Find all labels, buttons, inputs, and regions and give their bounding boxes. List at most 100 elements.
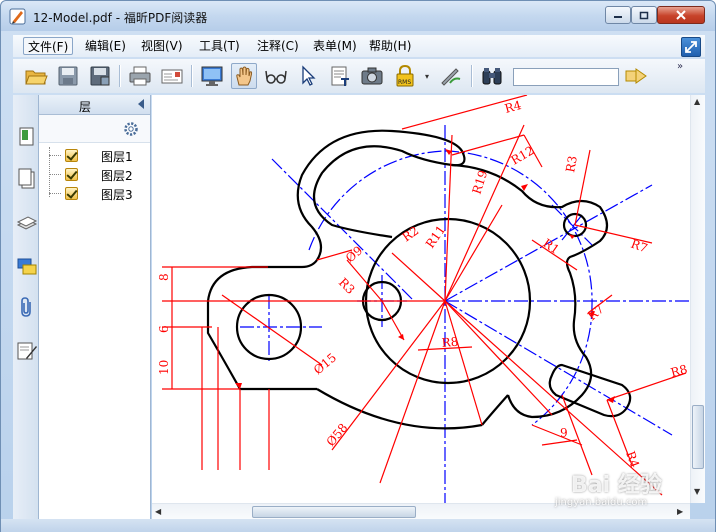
hand-tool-button[interactable] (231, 63, 257, 89)
scroll-up-arrow[interactable]: ▲ (694, 97, 700, 106)
dimension-arrows (235, 149, 615, 403)
label-phi15: Ø15 (311, 350, 339, 377)
title-bar[interactable]: 12-Model.pdf - 福昕PDF阅读器 (1, 1, 715, 31)
label-r2: R2 (400, 223, 422, 244)
hand-icon (236, 66, 253, 86)
snapshot-button[interactable] (359, 63, 385, 89)
menu-comment[interactable]: 注释(C) (253, 37, 303, 55)
label-dim6: 6 (157, 325, 171, 333)
fullscreen-icon (685, 41, 697, 53)
layer-checkbox[interactable] (65, 187, 78, 200)
glasses-icon (265, 70, 287, 84)
menu-file[interactable]: 文件(F) (23, 37, 74, 55)
dimension-lines (162, 95, 687, 496)
open-folder-icon (25, 70, 48, 85)
status-bar (1, 519, 715, 532)
document-view[interactable]: R4 R12 R19 R3 R2 R11 R1 R7 R7 R3 Ø9 R8 Ø… (152, 95, 690, 503)
layer-row[interactable]: 图层2 (39, 166, 149, 184)
vertical-scroll-thumb[interactable] (692, 405, 704, 469)
menu-tools[interactable]: 工具(T) (195, 37, 244, 55)
fullscreen-button[interactable] (681, 37, 701, 57)
sidebar-tab-attachments[interactable] (16, 295, 38, 319)
find-button[interactable] (479, 63, 505, 89)
label-r3b: R3 (336, 275, 358, 297)
sidebar-tab-strip (13, 95, 39, 519)
label-r7: R7 (629, 237, 649, 256)
label-r8b: R8 (669, 362, 689, 380)
toolbar: RMS ▾ » (13, 59, 705, 93)
label-r3: R3 (563, 155, 580, 174)
app-window: 12-Model.pdf - 福昕PDF阅读器 文件(F) 编辑(E) 视图(V… (0, 0, 716, 532)
toolbar-overflow-chevron[interactable]: » (677, 61, 683, 72)
layer-label: 图层2 (101, 169, 133, 183)
layers-panel: 层 图层1 图层2 图层3 (39, 95, 151, 519)
find-next-button[interactable] (623, 63, 649, 89)
menu-edit[interactable]: 编辑(E) (81, 37, 130, 55)
find-next-icon (625, 68, 647, 84)
layers-panel-tools (39, 115, 150, 143)
horizontal-scroll-thumb[interactable] (252, 506, 416, 518)
email-icon (161, 69, 183, 84)
cad-drawing: R4 R12 R19 R3 R2 R11 R1 R7 R7 R3 Ø9 R8 Ø… (157, 95, 690, 503)
search-input[interactable] (513, 68, 619, 86)
centerlines (240, 125, 690, 503)
lock-rms-icon: RMS (396, 64, 414, 87)
sidebar-tab-signatures[interactable] (16, 339, 38, 363)
layers-panel-title: 层 (78, 100, 91, 114)
printer-icon (129, 66, 151, 86)
close-button[interactable] (657, 6, 705, 24)
sidebar-tab-pages[interactable] (16, 167, 38, 191)
label-r4-top: R4 (503, 98, 523, 116)
scroll-left-arrow[interactable]: ◀ (155, 507, 161, 516)
layer-checkbox[interactable] (65, 149, 78, 162)
foxit-app-icon (9, 8, 26, 25)
save-as-button[interactable] (87, 63, 113, 89)
maximize-button[interactable] (631, 6, 657, 24)
bookmark-pages-icon (19, 127, 34, 146)
save-as-icon (90, 66, 110, 86)
signature-pen-icon (17, 342, 37, 360)
label-phi9: Ø9 (343, 243, 365, 265)
pen-sign-icon (441, 68, 461, 86)
rms-button[interactable]: RMS (393, 63, 419, 89)
horizontal-scrollbar[interactable]: ◀ ▶ (152, 503, 690, 519)
sidebar-tab-comments[interactable] (16, 255, 38, 279)
paperclip-icon (21, 297, 31, 317)
label-r8: R8 (441, 335, 459, 350)
monitor-icon (201, 66, 223, 86)
close-icon (676, 10, 686, 20)
menu-bar: 文件(F) 编辑(E) 视图(V) 工具(T) 注释(C) 表单(M) 帮助(H… (13, 35, 705, 57)
sidebar-tab-layers[interactable] (16, 211, 38, 235)
sidebar-tab-bookmarks[interactable] (16, 125, 38, 149)
print-button[interactable] (127, 63, 153, 89)
pages-icon (18, 168, 35, 189)
layer-checkbox[interactable] (65, 168, 78, 181)
menu-view[interactable]: 视图(V) (137, 37, 187, 55)
vertical-scrollbar[interactable]: ▲ ▼ (690, 95, 705, 503)
window-title: 12-Model.pdf - 福昕PDF阅读器 (33, 11, 208, 25)
menu-help[interactable]: 帮助(H) (365, 37, 415, 55)
select-annotation-button[interactable] (295, 63, 321, 89)
email-button[interactable] (159, 63, 185, 89)
gear-icon[interactable] (122, 120, 140, 138)
typewriter-button[interactable] (327, 63, 353, 89)
open-button[interactable] (23, 63, 49, 89)
layer-row[interactable]: 图层3 (39, 185, 149, 203)
sign-button[interactable] (437, 63, 463, 89)
scroll-down-arrow[interactable]: ▼ (694, 487, 700, 496)
minimize-button[interactable] (605, 6, 631, 24)
layer-label: 图层3 (101, 188, 133, 202)
text-document-icon (331, 66, 349, 86)
collapse-panel-arrow[interactable] (138, 99, 144, 109)
scroll-right-arrow[interactable]: ▶ (677, 507, 683, 516)
layer-row[interactable]: 图层1 (39, 147, 149, 165)
menu-form[interactable]: 表单(M) (309, 37, 361, 55)
select-text-button[interactable] (263, 63, 289, 89)
label-phi58: Ø58 (324, 421, 351, 449)
comments-icon (17, 258, 37, 275)
rms-dropdown-arrow[interactable]: ▾ (425, 72, 429, 81)
minimize-icon (614, 16, 622, 18)
save-button[interactable] (55, 63, 81, 89)
label-r4b: R4 (623, 449, 642, 470)
full-screen-view-button[interactable] (199, 63, 225, 89)
